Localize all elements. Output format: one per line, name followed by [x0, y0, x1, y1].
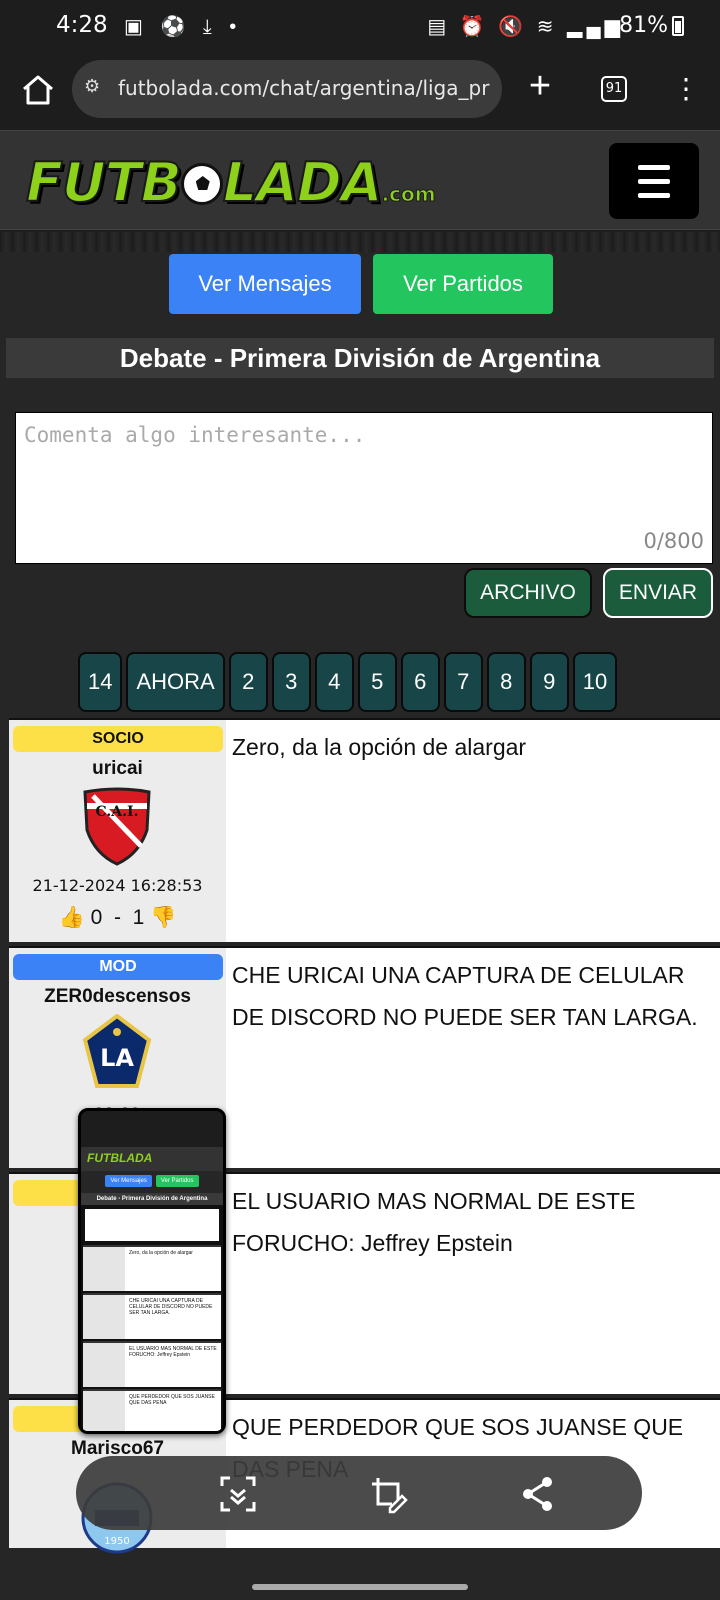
- chat-post: SOCIO uricai C.A.I. 21-12-2024 16:28:53 …: [9, 718, 720, 942]
- crop-edit-icon: [372, 1478, 408, 1514]
- browser-toolbar: ⚙ futbolada.com/chat/argentina/liga_prof…: [0, 52, 720, 130]
- thumbnail-post: QUE PERDEDOR QUE SOS JUANSE QUE DAS PENA: [83, 1389, 221, 1431]
- status-time: 4:28: [56, 12, 108, 38]
- thumbnail-logo: FUTBLADA: [81, 1147, 223, 1171]
- attach-file-button[interactable]: ARCHIVO: [464, 568, 592, 618]
- thumbs-up-icon[interactable]: 👍: [59, 906, 85, 929]
- system-icons: ▤ ⏰ 🔇 ≋ ▂▄▆: [427, 16, 624, 38]
- url-text[interactable]: futbolada.com/chat/argentina/liga_profes…: [118, 76, 490, 100]
- thumbnail-browser-bar: [81, 1111, 223, 1147]
- tab-switcher-button[interactable]: 91: [601, 76, 627, 102]
- logo-text-start: FUTB: [25, 150, 183, 215]
- hamburger-line: [638, 165, 670, 170]
- battery-percent: 81%: [619, 13, 668, 38]
- hamburger-menu-button[interactable]: [609, 143, 699, 219]
- thumbnail-post: EL USUARIO MAS NORMAL DE ESTE FORUCHO: J…: [83, 1341, 221, 1387]
- post-author-panel: SOCIO uricai C.A.I. 21-12-2024 16:28:53 …: [9, 720, 226, 942]
- notification-icons: ▣ ⚽ ⤓ •: [124, 16, 243, 38]
- page-button[interactable]: 3: [271, 652, 311, 712]
- page-button[interactable]: 6: [400, 652, 440, 712]
- team-crest-icon: LA: [82, 1014, 152, 1088]
- post-text: CHE URICAI UNA CAPTURA DE CELULAR DE DIS…: [232, 962, 698, 1030]
- scroll-capture-icon: [220, 1476, 256, 1512]
- home-button[interactable]: [18, 70, 58, 110]
- team-crest-icon: C.A.I.: [83, 787, 151, 866]
- page-button[interactable]: 2: [228, 652, 268, 712]
- hamburger-line: [638, 193, 670, 198]
- username[interactable]: ZER0descensos: [9, 986, 226, 1008]
- page-button[interactable]: 9: [529, 652, 569, 712]
- thumbnail-buttons: Ver Mensajes Ver Partidos: [81, 1171, 223, 1193]
- screenshot-toolbar: [76, 1456, 642, 1530]
- edit-screenshot-button[interactable]: [368, 1474, 408, 1514]
- page-button[interactable]: 4: [314, 652, 354, 712]
- role-badge: SOCIO: [13, 726, 223, 752]
- char-counter: 0/800: [643, 529, 704, 553]
- post-text: EL USUARIO MAS NORMAL DE ESTE FORUCHO: J…: [232, 1188, 636, 1256]
- thumbs-down-icon[interactable]: 👎: [150, 906, 176, 929]
- view-messages-button[interactable]: Ver Mensajes: [169, 254, 361, 314]
- svg-text:1950: 1950: [104, 1536, 129, 1547]
- role-badge: MOD: [13, 954, 223, 980]
- screenshot-preview-thumbnail[interactable]: FUTBLADA Ver Mensajes Ver Partidos Debate…: [78, 1108, 226, 1434]
- comment-input[interactable]: [16, 413, 712, 563]
- browser-menu-button[interactable]: ⋮: [672, 72, 700, 108]
- send-button[interactable]: ENVIAR: [603, 568, 713, 618]
- site-logo[interactable]: FUTB LADA.com: [25, 150, 436, 215]
- post-date: 21-12-2024 16:28:53: [32, 876, 203, 895]
- gesture-nav-handle[interactable]: [252, 1584, 468, 1590]
- like-count: 0: [90, 906, 103, 929]
- view-matches-button[interactable]: Ver Partidos: [373, 254, 553, 314]
- thumbnail-post: CHE URICAI UNA CAPTURA DE CELULAR DE DIS…: [83, 1293, 221, 1339]
- thumbnail-comment-box: [85, 1209, 219, 1241]
- status-bar: 4:28 ▣ ⚽ ⤓ • ▤ ⏰ 🔇 ≋ ▂▄▆ 81%: [0, 0, 720, 52]
- scroll-capture-button[interactable]: [218, 1474, 258, 1514]
- home-icon: [23, 75, 53, 105]
- thumbnail-post: Zero, da la opción de alargar: [83, 1245, 221, 1291]
- address-bar[interactable]: ⚙ futbolada.com/chat/argentina/liga_prof…: [72, 60, 502, 118]
- logo-text-end: LADA: [222, 150, 384, 215]
- share-button[interactable]: [518, 1474, 558, 1514]
- svg-text:C.A.I.: C.A.I.: [96, 804, 139, 820]
- page-button[interactable]: 8: [486, 652, 526, 712]
- page-button[interactable]: 5: [357, 652, 397, 712]
- share-icon: [523, 1477, 552, 1511]
- site-settings-icon[interactable]: ⚙: [84, 76, 110, 102]
- page-button[interactable]: 14: [78, 652, 123, 712]
- logo-com: .com: [381, 182, 436, 207]
- thumbnail-title: Debate - Primera División de Argentina: [81, 1193, 223, 1205]
- page-button[interactable]: 7: [443, 652, 483, 712]
- page-title: Debate - Primera División de Argentina: [6, 338, 714, 378]
- page-button[interactable]: 10: [572, 652, 618, 712]
- battery-icon: [672, 16, 684, 36]
- vote-bar: 👍 0 - 1 👎: [58, 906, 177, 929]
- comment-box: 0/800: [15, 412, 713, 564]
- page-button-now[interactable]: AHORA: [126, 652, 225, 712]
- dislike-count: 1: [132, 906, 145, 929]
- pagination: 14 AHORA 2 3 4 5 6 7 8 9 10: [78, 652, 618, 712]
- hamburger-line: [638, 179, 670, 184]
- svg-text:LA: LA: [100, 1044, 134, 1072]
- site-header: FUTB LADA.com: [0, 130, 720, 230]
- username[interactable]: uricai: [9, 758, 226, 780]
- new-tab-button[interactable]: +: [520, 67, 560, 108]
- soccer-ball-icon: [180, 163, 223, 205]
- post-text: Zero, da la opción de alargar: [232, 734, 527, 760]
